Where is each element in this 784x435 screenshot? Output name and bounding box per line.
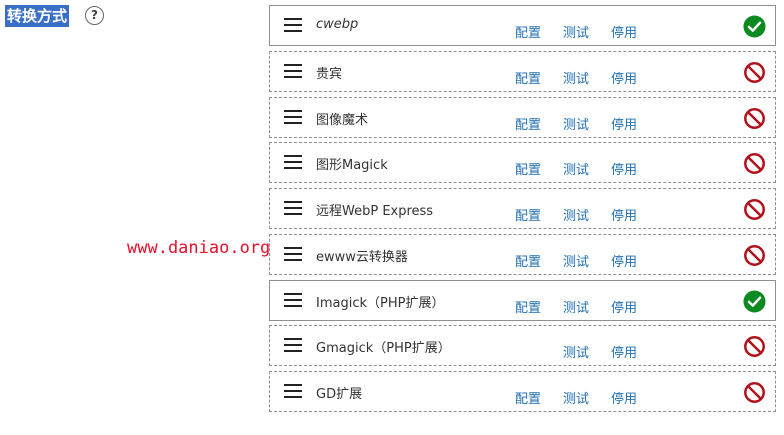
- converter-name: 图形Magick: [316, 158, 388, 174]
- test-link[interactable]: 测试: [563, 297, 589, 316]
- converter-name: 贵宾: [316, 66, 343, 82]
- prohibited-icon: [744, 61, 765, 83]
- drag-handle-bar: [284, 24, 302, 26]
- drag-handle-bar: [284, 161, 302, 164]
- converter-row[interactable]: 图像魔术 配置 测试 停用: [269, 96, 776, 138]
- drag-handle-bar: [284, 390, 302, 392]
- drag-handle-bar: [284, 167, 302, 170]
- test-link[interactable]: 测试: [563, 68, 589, 87]
- drag-handle-bar: [284, 350, 302, 353]
- drag-handle-icon[interactable]: [284, 246, 302, 261]
- disable-link[interactable]: 停用: [611, 342, 637, 361]
- prohibited-icon: [744, 107, 765, 129]
- converter-row[interactable]: ewww云转换器 配置 测试 停用: [269, 233, 776, 275]
- drag-handle-bar: [284, 213, 302, 215]
- test-link[interactable]: 测试: [563, 205, 589, 224]
- drag-handle-bar: [284, 69, 302, 72]
- drag-handle-bar: [284, 258, 302, 261]
- test-link[interactable]: 测试: [563, 114, 589, 133]
- drag-handle-bar: [284, 109, 302, 112]
- disable-link[interactable]: 停用: [611, 68, 637, 87]
- drag-handle-icon[interactable]: [284, 292, 302, 307]
- configure-link[interactable]: 配置: [515, 297, 541, 316]
- configure-link[interactable]: 配置: [515, 114, 541, 133]
- converter-name: Imagick（PHP扩展）: [316, 295, 445, 311]
- drag-handle-bar: [284, 252, 302, 255]
- converter-row[interactable]: Gmagick（PHP扩展） 测试 停用: [269, 325, 776, 367]
- converter-row[interactable]: 图形Magick 配置 测试 停用: [269, 142, 776, 184]
- drag-handle-icon[interactable]: [284, 384, 302, 398]
- check-circle-icon: [743, 289, 766, 313]
- converter-row[interactable]: cwebp 配置 测试 停用: [269, 5, 776, 46]
- drag-handle-bar: [284, 115, 302, 118]
- converter-row[interactable]: 远程WebP Express 配置 测试 停用: [269, 188, 776, 229]
- converter-name: 图像魔术: [316, 112, 369, 128]
- drag-handle-icon[interactable]: [284, 109, 302, 124]
- disable-link[interactable]: 停用: [611, 159, 637, 178]
- drag-handle-bar: [284, 298, 302, 301]
- converter-list: cwebp 配置 测试 停用 贵宾 配置 测试 停用 图像魔术 配置 测试 停用 图形Magick 配置测…: [269, 5, 776, 417]
- configure-link[interactable]: 配置: [515, 251, 541, 270]
- drag-handle-bar: [284, 63, 302, 66]
- disable-link[interactable]: 停用: [611, 114, 637, 133]
- converter-name: Gmagick（PHP扩展）: [316, 341, 451, 357]
- configure-link[interactable]: 配置: [515, 68, 541, 87]
- converter-name: GD扩展: [316, 387, 363, 402]
- help-icon[interactable]: ?: [85, 6, 104, 25]
- drag-handle-bar: [284, 75, 302, 78]
- prohibited-icon: [744, 153, 765, 175]
- drag-handle-bar: [284, 304, 302, 307]
- test-link[interactable]: 测试: [563, 22, 589, 41]
- disable-link[interactable]: 停用: [611, 205, 637, 224]
- drag-handle-bar: [284, 246, 302, 249]
- test-link[interactable]: 测试: [563, 342, 589, 361]
- drag-handle-bar: [284, 201, 302, 203]
- test-link[interactable]: 测试: [563, 251, 589, 270]
- drag-handle-bar: [284, 338, 302, 341]
- converters-settings-page: 转换方式 ? www.daniao.org cwebp 配置 测试 停用 贵宾 配置 测试停…: [0, 0, 784, 435]
- configure-link[interactable]: 配置: [515, 22, 541, 41]
- prohibited-icon: [744, 199, 765, 220]
- disable-link[interactable]: 停用: [611, 388, 637, 407]
- configure-link[interactable]: 配置: [515, 388, 541, 407]
- drag-handle-icon[interactable]: [284, 63, 302, 78]
- drag-handle-icon[interactable]: [284, 338, 302, 353]
- configure-link[interactable]: 配置: [515, 159, 541, 178]
- test-link[interactable]: 测试: [563, 388, 589, 407]
- converter-name: cwebp: [316, 17, 359, 32]
- drag-handle-icon[interactable]: [284, 155, 302, 170]
- test-link[interactable]: 测试: [563, 159, 589, 178]
- drag-handle-bar: [284, 292, 302, 295]
- converter-row[interactable]: Imagick（PHP扩展） 配置 测试 停用: [269, 279, 776, 321]
- drag-handle-bar: [284, 207, 302, 209]
- configure-link[interactable]: 配置: [515, 205, 541, 224]
- drag-handle-bar: [284, 18, 302, 20]
- converter-name: 远程WebP Express: [316, 204, 434, 219]
- drag-handle-bar: [284, 155, 302, 158]
- drag-handle-bar: [284, 396, 302, 398]
- prohibited-icon: [744, 336, 765, 358]
- disable-link[interactable]: 停用: [611, 251, 637, 270]
- drag-handle-bar: [284, 30, 302, 32]
- drag-handle-bar: [284, 384, 302, 386]
- drag-handle-icon[interactable]: [284, 18, 302, 32]
- drag-handle-icon[interactable]: [284, 201, 302, 215]
- check-circle-icon: [743, 15, 766, 38]
- prohibited-icon: [744, 382, 765, 403]
- prohibited-icon: [744, 244, 765, 266]
- drag-handle-bar: [284, 121, 302, 124]
- drag-handle-bar: [284, 344, 302, 347]
- converter-row[interactable]: GD扩展 配置 测试 停用: [269, 371, 776, 412]
- watermark-text: www.daniao.org: [127, 238, 271, 258]
- section-title: 转换方式: [5, 5, 70, 27]
- converter-name: ewww云转换器: [316, 249, 408, 265]
- converter-row[interactable]: 贵宾 配置 测试 停用: [269, 50, 776, 92]
- disable-link[interactable]: 停用: [611, 22, 637, 41]
- disable-link[interactable]: 停用: [611, 297, 637, 316]
